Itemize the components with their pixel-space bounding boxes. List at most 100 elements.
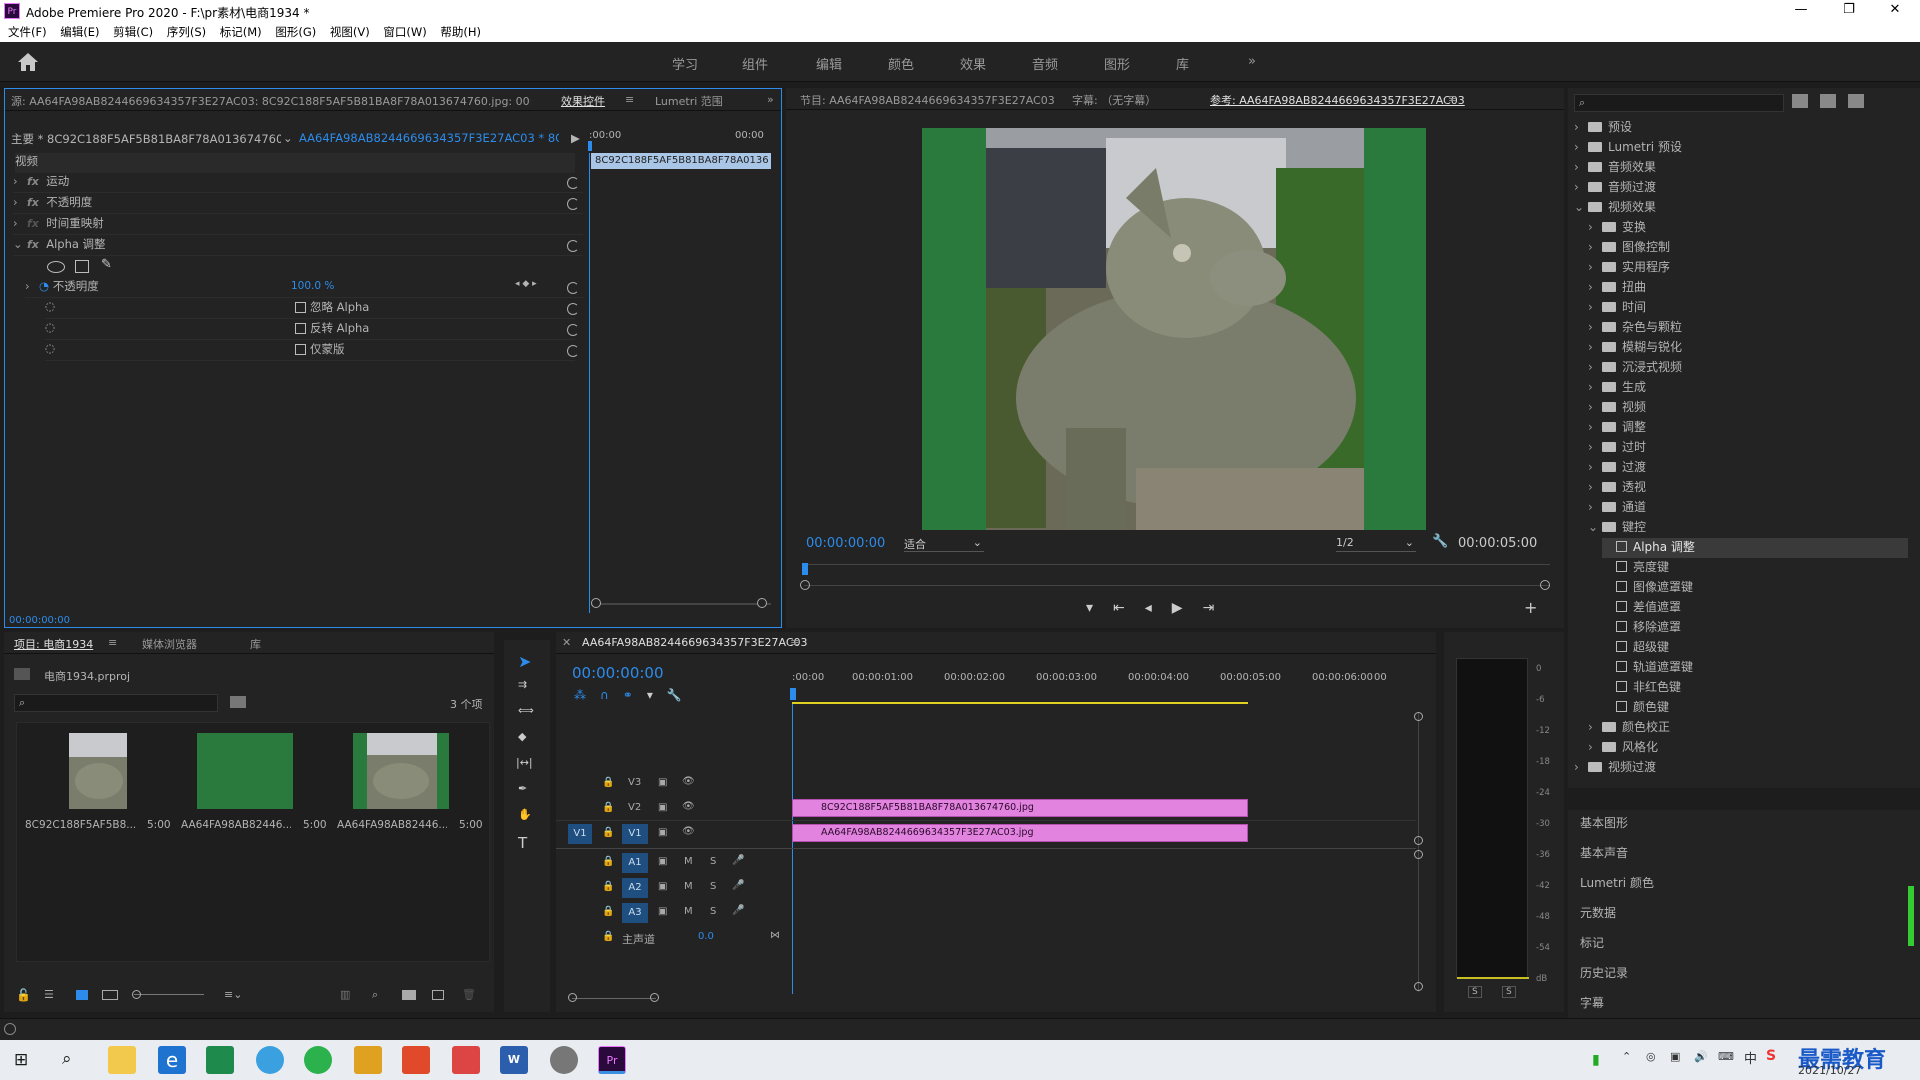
panel-menu-icon[interactable]: ≡ bbox=[790, 636, 799, 649]
effects-tree-item[interactable]: › 颜色校正 bbox=[1588, 718, 1908, 738]
sync-lock-icon[interactable]: ▣ bbox=[658, 827, 667, 838]
tab-captions[interactable]: 字幕: （无字幕） bbox=[1072, 92, 1156, 108]
timeline-playhead[interactable] bbox=[790, 688, 796, 700]
eye-icon[interactable]: 👁 bbox=[682, 776, 695, 787]
stopwatch-icon[interactable]: ◌ bbox=[45, 341, 55, 355]
pen-tool-icon[interactable]: ✒ bbox=[518, 782, 527, 795]
project-search-input[interactable]: ⌕ bbox=[14, 694, 218, 712]
edge-browser-icon[interactable]: e bbox=[158, 1046, 186, 1074]
side-panel-essential-graphics[interactable]: 基本图形 bbox=[1580, 814, 1628, 831]
chevron-right-icon[interactable]: › bbox=[1588, 400, 1598, 414]
selection-tool-icon[interactable]: ➤ bbox=[518, 652, 531, 671]
rectangle-mask-icon[interactable] bbox=[75, 260, 89, 273]
menu-edit[interactable]: 编辑(E) bbox=[60, 22, 99, 42]
workspace-color[interactable]: 颜色 bbox=[888, 54, 914, 73]
stopwatch-icon[interactable]: ◌ bbox=[45, 299, 55, 313]
workspace-editing[interactable]: 编辑 bbox=[816, 54, 842, 73]
scroll-indicator[interactable] bbox=[1908, 886, 1914, 946]
find-icon[interactable]: ⌕ bbox=[372, 988, 378, 1002]
word-icon[interactable]: W bbox=[500, 1046, 528, 1074]
reset-icon[interactable] bbox=[567, 177, 579, 189]
go-to-in-icon[interactable]: ⇤ bbox=[1113, 600, 1145, 616]
stopwatch-icon[interactable]: ◔ bbox=[39, 279, 49, 293]
eye-icon[interactable]: 👁 bbox=[682, 801, 695, 812]
ec-zoom-handle-left[interactable] bbox=[591, 598, 601, 608]
menu-help[interactable]: 帮助(H) bbox=[440, 22, 481, 42]
keyframe-nav-icon[interactable]: ◂ ◆ ▸ bbox=[515, 279, 565, 299]
lock-icon[interactable]: 🔒 bbox=[602, 881, 614, 892]
step-back-icon[interactable]: ◂ bbox=[1145, 600, 1172, 616]
chevron-down-icon[interactable]: ⌄ bbox=[1588, 520, 1598, 534]
work-area-bar[interactable] bbox=[792, 702, 1248, 704]
timeline-ruler[interactable]: :00:00 00:00:01:00 00:00:02:00 00:00:03:… bbox=[792, 672, 1387, 700]
program-playhead[interactable] bbox=[802, 563, 808, 575]
menu-file[interactable]: 文件(F) bbox=[8, 22, 47, 42]
effect-row-alpha-adjust[interactable]: ⌄ fx Alpha 调整 bbox=[13, 236, 583, 256]
panel-menu-icon[interactable]: ≡ bbox=[1448, 92, 1457, 105]
freeform-view-icon[interactable] bbox=[102, 990, 118, 1000]
effects-tree-item[interactable]: › 沉浸式视频 bbox=[1588, 358, 1908, 378]
effects-tree-item[interactable]: ⌄ 视频效果 bbox=[1574, 198, 1908, 218]
ec-zoom-handle-right[interactable] bbox=[757, 598, 767, 608]
effects-tree-item[interactable]: › 视频 bbox=[1588, 398, 1908, 418]
razor-tool-icon[interactable]: ◆ bbox=[518, 730, 526, 743]
effects-tree-item[interactable]: › 视频过渡 bbox=[1574, 758, 1908, 778]
microphone-icon[interactable]: 🎤 bbox=[732, 855, 744, 866]
workspace-libraries[interactable]: 库 bbox=[1176, 54, 1189, 73]
lock-icon[interactable]: 🔒 bbox=[602, 856, 614, 867]
workspace-assembly[interactable]: 组件 bbox=[742, 54, 768, 73]
file-explorer-icon[interactable] bbox=[108, 1046, 136, 1074]
solo-left-button[interactable]: S bbox=[1468, 986, 1482, 998]
effects-tree-item[interactable]: › 实用程序 bbox=[1588, 258, 1908, 278]
track-label[interactable]: A2 bbox=[622, 878, 648, 898]
effects-tree-item[interactable]: › Lumetri 预设 bbox=[1574, 138, 1908, 158]
effects-tree-item[interactable]: 图像遮罩键 bbox=[1602, 578, 1908, 598]
chevron-right-icon[interactable]: › bbox=[1574, 180, 1584, 194]
side-panel-lumetri-color[interactable]: Lumetri 颜色 bbox=[1580, 874, 1654, 891]
fit-dropdown[interactable]: 适合 ⌄ bbox=[904, 536, 984, 552]
screenshot-tool-icon[interactable] bbox=[452, 1046, 480, 1074]
excel-icon[interactable] bbox=[206, 1046, 234, 1074]
hzoom-handle-right[interactable] bbox=[650, 993, 659, 1002]
program-current-timecode[interactable]: 00:00:00:00 bbox=[806, 536, 885, 551]
add-marker-icon[interactable]: ▾ bbox=[1086, 600, 1113, 616]
sync-lock-icon[interactable]: ▣ bbox=[658, 802, 667, 813]
lock-icon[interactable]: 🔒 bbox=[602, 906, 614, 917]
effects-tree-item[interactable]: 亮度键 bbox=[1602, 558, 1908, 578]
menu-window[interactable]: 窗口(W) bbox=[383, 22, 426, 42]
effects-tree-item[interactable]: › 音频过渡 bbox=[1574, 178, 1908, 198]
tab-program[interactable]: 节目: AA64FA98AB8244669634357F3E27AC03 bbox=[800, 92, 1055, 108]
chevron-right-icon[interactable]: › bbox=[1588, 260, 1598, 274]
effects-tree-item[interactable]: 非红色键 bbox=[1602, 678, 1908, 698]
add-button-icon[interactable]: + bbox=[1524, 598, 1537, 617]
mute-button[interactable]: M bbox=[684, 881, 693, 892]
effects-search-input[interactable]: ⌕ bbox=[1574, 94, 1784, 112]
nest-icon[interactable]: ⁂ bbox=[574, 688, 600, 702]
project-item[interactable]: 8C92C188F5AF5B8... 5:00 bbox=[21, 725, 173, 845]
windows-start-icon[interactable]: ⊞ bbox=[14, 1050, 34, 1070]
chevron-right-icon[interactable]: › bbox=[1588, 240, 1598, 254]
chevron-right-icon[interactable]: › bbox=[1574, 120, 1584, 134]
side-panel-markers[interactable]: 标记 bbox=[1580, 934, 1604, 951]
sogou-input-icon[interactable]: S bbox=[1766, 1048, 1776, 1064]
wrench-icon[interactable]: 🔧 bbox=[1432, 534, 1448, 549]
panel-menu-icon[interactable]: ≡ bbox=[625, 93, 634, 106]
stopwatch-icon[interactable]: ◌ bbox=[45, 320, 55, 334]
microphone-icon[interactable]: 🎤 bbox=[732, 905, 744, 916]
chevron-right-icon[interactable]: › bbox=[1574, 760, 1584, 774]
sync-lock-icon[interactable]: ▣ bbox=[658, 906, 667, 917]
track-label[interactable]: V1 bbox=[622, 824, 648, 844]
volume-icon[interactable]: 🔊 bbox=[1694, 1050, 1708, 1063]
effects-tree-item[interactable]: 超级键 bbox=[1602, 638, 1908, 658]
vscroll-handle[interactable] bbox=[1414, 836, 1423, 845]
new-search-bin-icon[interactable] bbox=[230, 696, 246, 708]
effect-row-time-remap[interactable]: › fx 时间重映射 bbox=[13, 215, 583, 235]
image-viewer-icon[interactable] bbox=[354, 1046, 382, 1074]
chevron-right-icon[interactable]: › bbox=[1588, 420, 1598, 434]
play-icon[interactable]: ▶ bbox=[1172, 600, 1203, 616]
lock-icon[interactable]: 🔒 bbox=[602, 827, 614, 838]
tab-reference[interactable]: 参考: AA64FA98AB8244669634357F3E27AC03 bbox=[1210, 92, 1465, 108]
solo-button[interactable]: S bbox=[710, 856, 716, 867]
solo-right-button[interactable]: S bbox=[1502, 986, 1516, 998]
effects-tree-item[interactable]: › 模糊与锐化 bbox=[1588, 338, 1908, 358]
